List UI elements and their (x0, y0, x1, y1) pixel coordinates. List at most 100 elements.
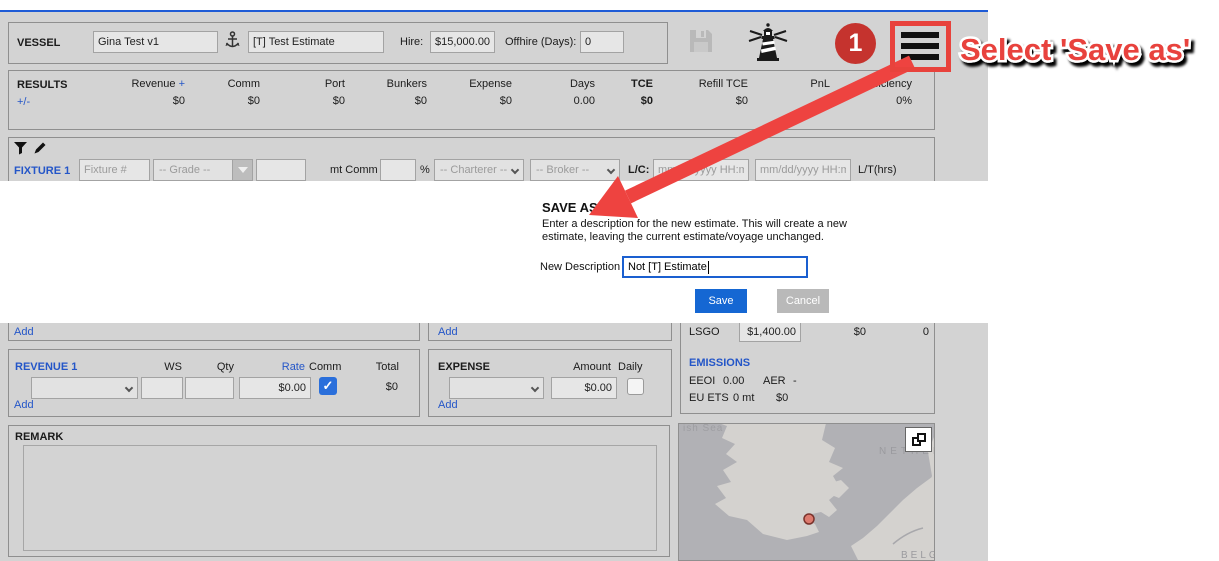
eeoi-label: EEOI (689, 375, 715, 387)
add-expense-link[interactable]: Add (438, 399, 458, 411)
eu-ets-cost: $0 (776, 392, 788, 404)
map-image: ish Sea NETHEI BELGIU (679, 424, 935, 561)
rate-input[interactable] (239, 377, 311, 399)
results-header-bunkers: Bunkers (337, 78, 427, 90)
ws-input[interactable] (141, 377, 183, 399)
hire-label: Hire: (400, 36, 423, 48)
fixture-number-input[interactable] (79, 159, 150, 181)
fixture-comm-input[interactable] (380, 159, 416, 181)
results-header-port: Port (255, 78, 345, 90)
emissions-title: EMISSIONS (689, 357, 750, 369)
top-accent-line (0, 10, 988, 12)
expense-panel: EXPENSE Amount Daily Add (428, 349, 672, 417)
aer-value: - (793, 375, 797, 387)
vessel-name-input[interactable] (93, 31, 218, 53)
dropdown-arrow-icon (232, 160, 252, 180)
dialog-title: SAVE AS (542, 200, 598, 215)
results-adjust-link[interactable]: +/- (17, 96, 30, 108)
text-caret (708, 261, 709, 274)
hire-input[interactable] (430, 31, 495, 53)
lsgo-cost-value: $0 (826, 326, 866, 338)
map-expand-button[interactable] (905, 427, 932, 452)
add-revenue-link[interactable]: Add (14, 399, 34, 411)
expense-type-select[interactable] (449, 377, 544, 399)
amount-header: Amount (566, 361, 611, 373)
edit-pencil-icon[interactable] (33, 141, 47, 160)
laycan-label: L/C: (628, 164, 649, 176)
remark-textarea[interactable] (23, 445, 657, 551)
total-header: Total (364, 361, 399, 373)
step-1-badge: 1 (835, 23, 876, 64)
new-description-input[interactable]: Not [T] Estimate (622, 256, 808, 278)
vessel-label: VESSEL (17, 37, 60, 49)
results-header-expense: Expense (422, 78, 512, 90)
aer-label: AER (763, 375, 786, 387)
chevron-down-icon (607, 166, 615, 174)
results-header-refill-tce: Refill TCE (658, 78, 748, 90)
save-button[interactable]: Save (695, 289, 747, 313)
fixture-title[interactable]: FIXTURE 1 (14, 165, 70, 177)
results-value-bunkers: $0 (337, 95, 427, 107)
anchor-icon[interactable] (225, 31, 240, 56)
laycan-from-input[interactable] (653, 159, 749, 181)
results-header-tce: TCE (563, 78, 653, 90)
charterer-select[interactable]: -- Charterer -- (434, 159, 524, 181)
fixture-qty-input[interactable] (256, 159, 306, 181)
map-sea-label: ish Sea (683, 424, 723, 434)
rate-header[interactable]: Rate (265, 361, 305, 373)
results-header-pnl: PnL (740, 78, 830, 90)
results-title: RESULTS (17, 79, 68, 91)
results-value-expense: $0 (422, 95, 512, 107)
map-panel[interactable]: ish Sea NETHEI BELGIU (678, 423, 935, 561)
laytime-label: L/T(hrs) (858, 164, 897, 176)
offhire-label: Offhire (Days): (505, 36, 576, 48)
add-link[interactable]: Add (438, 326, 458, 338)
chevron-down-icon (125, 384, 133, 392)
menu-highlight-box (890, 21, 951, 72)
results-value-comm: $0 (170, 95, 260, 107)
revenue-type-select[interactable] (31, 377, 138, 399)
save-as-dialog: SAVE AS Enter a description for the new … (0, 181, 988, 323)
expense-title: EXPENSE (438, 361, 490, 373)
comm-checkbox[interactable]: ✓ (319, 377, 337, 395)
results-value-refill-tce: $0 (658, 95, 748, 107)
eu-ets-label: EU ETS (689, 392, 729, 404)
chevron-down-icon (511, 166, 519, 174)
estimate-description-input[interactable] (248, 31, 384, 53)
map-port-marker[interactable] (804, 514, 814, 524)
laycan-to-input[interactable] (755, 159, 851, 181)
app-window: VESSEL Hire: Offhire (Days): (0, 0, 988, 561)
qty-header: Qty (199, 361, 234, 373)
chevron-down-icon (531, 384, 539, 392)
remark-title: REMARK (15, 431, 63, 443)
ws-header: WS (149, 361, 182, 373)
cancel-button[interactable]: Cancel (777, 289, 829, 313)
lsgo-price-input[interactable] (739, 321, 801, 342)
filter-icon[interactable] (14, 142, 28, 160)
results-header-comm: Comm (170, 78, 260, 90)
offhire-input[interactable] (580, 31, 624, 53)
new-description-label: New Description (540, 261, 620, 274)
results-header-efficiency: Efficiency (822, 78, 912, 90)
daily-checkbox[interactable] (627, 378, 644, 395)
lsgo-qty-value: 0 (891, 326, 929, 338)
revenue-panel: REVENUE 1 WS Qty Rate Comm Total ✓ $0 Ad… (8, 349, 420, 417)
broker-select[interactable]: -- Broker -- (530, 159, 620, 181)
add-link[interactable]: Add (14, 326, 34, 338)
dialog-description-line1: Enter a description for the new estimate… (542, 218, 847, 231)
lighthouse-icon[interactable] (746, 22, 790, 67)
save-icon[interactable] (688, 28, 714, 59)
lsgo-label: LSGO (689, 326, 720, 338)
eeoi-value: 0.00 (723, 375, 744, 387)
grade-select[interactable]: -- Grade -- (153, 159, 253, 181)
qty-input[interactable] (185, 377, 234, 399)
revenue-title[interactable]: REVENUE 1 (15, 361, 77, 373)
callout-text: Select 'Save as' (960, 32, 1190, 67)
revenue-total-value: $0 (364, 381, 398, 393)
comm-header: Comm (309, 361, 341, 373)
daily-header: Daily (618, 361, 642, 373)
expense-amount-input[interactable] (551, 377, 617, 399)
mt-comm-label: mt Comm (330, 164, 378, 176)
percent-label: % (420, 164, 430, 176)
results-value-efficiency: 0% (822, 95, 912, 107)
